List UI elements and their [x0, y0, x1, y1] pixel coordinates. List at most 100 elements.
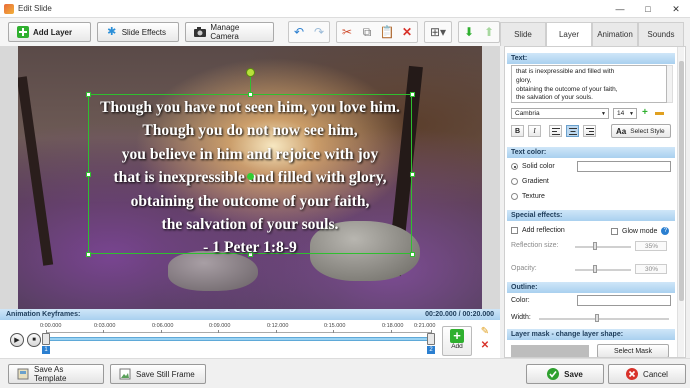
delete-icon[interactable]: ✕	[397, 22, 417, 42]
keyframe-number: 2	[427, 346, 435, 354]
chevron-down-icon: ▼	[601, 111, 606, 117]
italic-button[interactable]: I	[528, 125, 541, 137]
footer: Save As Template Save Still Frame Save C…	[0, 358, 690, 388]
cut-icon[interactable]: ✂	[337, 22, 357, 42]
delete-keyframe-icon[interactable]: ✕	[478, 338, 492, 352]
select-style-button[interactable]: Aa Select Style	[611, 124, 671, 138]
cancel-icon	[626, 368, 639, 380]
glow-mode-option[interactable]: Glow mode ?	[611, 227, 670, 235]
window-title: Edit Slide	[18, 4, 52, 13]
save-still-frame-button[interactable]: Save Still Frame	[110, 364, 206, 384]
move-up-icon[interactable]: ⬆	[479, 22, 499, 42]
solid-color-option[interactable]: Solid color	[511, 163, 555, 170]
ruler-tick	[276, 330, 277, 333]
align-left-icon	[551, 127, 560, 135]
outline-width-slider[interactable]	[539, 318, 669, 320]
add-reflection-checkbox[interactable]	[511, 227, 518, 234]
panel-scrollbar-thumb[interactable]	[679, 61, 684, 301]
gradient-option[interactable]: Gradient	[511, 178, 549, 185]
text-color-swatch[interactable]	[577, 161, 671, 172]
ruler-label: 0:00.000	[40, 323, 62, 329]
keyframe-marker[interactable]	[427, 333, 435, 345]
ruler-label: 0:12.000	[267, 323, 289, 329]
opacity-row: Opacity:	[511, 265, 537, 272]
special-effects-section-header: Special effects:	[507, 210, 675, 221]
tab-sounds[interactable]: Sounds	[638, 22, 684, 46]
anchor-point[interactable]	[247, 173, 254, 180]
play-button[interactable]: ▶	[10, 333, 24, 347]
outline-color-label: Color:	[511, 297, 530, 304]
opacity-input[interactable]: 30%	[635, 264, 667, 274]
outline-width-slider-thumb[interactable]	[595, 314, 599, 322]
keyframes-time: 00:20.000 / 00:20.000	[425, 311, 494, 318]
ruler-tick	[161, 330, 162, 333]
manage-camera-button[interactable]: Manage Camera	[185, 22, 274, 42]
select-style-label: Select Style	[630, 127, 665, 135]
radio-gradient[interactable]	[511, 178, 518, 185]
save-button[interactable]: Save	[526, 364, 604, 384]
radio-texture[interactable]	[511, 193, 518, 200]
slide-preview[interactable]: Though you have not seen him, you love h…	[18, 46, 482, 309]
keyframe-marker[interactable]	[42, 333, 50, 345]
outline-width-row: Width:	[511, 314, 531, 321]
add-layer-button[interactable]: Add Layer	[8, 22, 91, 42]
font-size-select[interactable]: 14 ▼	[613, 108, 637, 119]
maximize-button[interactable]: □	[634, 0, 662, 18]
panel-tabs: Slide Layer Animation Sounds	[500, 22, 690, 46]
align-dropdown-icon[interactable]: ⊞▾	[425, 22, 451, 42]
add-reflection-option[interactable]: Add reflection	[511, 227, 565, 234]
align-center-icon	[568, 127, 577, 135]
close-window-button[interactable]: ✕	[662, 0, 690, 18]
panel-scrollbar[interactable]	[677, 47, 684, 357]
keyframes-header: Animation Keyframes: 00:20.000 / 00:20.0…	[0, 309, 500, 320]
reflection-size-input[interactable]: 35%	[635, 241, 667, 251]
redo-icon[interactable]: ↷	[309, 22, 329, 42]
manage-camera-label: Manage Camera	[210, 23, 240, 41]
decrease-font-icon[interactable]	[655, 112, 664, 115]
increase-font-icon[interactable]: +	[642, 107, 648, 118]
paste-icon[interactable]: 📋	[377, 22, 397, 42]
cancel-button[interactable]: Cancel	[608, 364, 686, 384]
verse-line: the salvation of your souls.	[161, 216, 339, 234]
rotate-handle[interactable]	[246, 68, 255, 77]
copy-icon[interactable]: ⧉	[357, 22, 377, 42]
text-input[interactable]: that is inexpressible and filled with gl…	[511, 65, 667, 103]
tab-animation[interactable]: Animation	[592, 22, 638, 46]
align-right-button[interactable]	[583, 125, 596, 137]
move-down-icon[interactable]: ⬇	[459, 22, 479, 42]
glow-mode-checkbox[interactable]	[611, 227, 618, 235]
tab-slide[interactable]: Slide	[500, 22, 546, 46]
reflection-size-slider[interactable]	[575, 246, 631, 248]
outline-section-header: Outline:	[507, 282, 675, 293]
font-family-select[interactable]: Cambria ▼	[511, 108, 609, 119]
text-input-line: obtaining the outcome of your faith,	[516, 85, 618, 93]
align-center-button[interactable]	[566, 125, 579, 137]
align-left-button[interactable]	[549, 125, 562, 137]
outline-color-swatch[interactable]	[577, 295, 671, 306]
text-input-line: glory,	[516, 76, 532, 84]
keyframe-track[interactable]	[46, 337, 432, 341]
opacity-slider[interactable]	[575, 269, 631, 271]
texture-label: Texture	[522, 193, 545, 200]
undo-icon[interactable]: ↶	[289, 22, 309, 42]
help-icon[interactable]: ?	[661, 227, 670, 235]
add-keyframe-button[interactable]: + Add	[442, 326, 472, 356]
toolbar: Add Layer ✱ Slide Effects Manage Camera …	[0, 18, 500, 46]
slide-effects-button[interactable]: ✱ Slide Effects	[96, 22, 180, 42]
bold-button[interactable]: B	[511, 125, 524, 137]
verse-line: Though you do not now see him,	[142, 122, 358, 140]
select-mask-button[interactable]: Select Mask	[597, 344, 669, 357]
save-as-template-button[interactable]: Save As Template	[8, 364, 104, 384]
stop-button[interactable]: ■	[27, 333, 41, 347]
reflection-size-slider-thumb[interactable]	[593, 242, 597, 250]
texture-option[interactable]: Texture	[511, 193, 545, 200]
app-icon	[4, 3, 14, 14]
radio-solid[interactable]	[511, 163, 518, 170]
minimize-button[interactable]: —	[606, 0, 634, 18]
text-input-line: that is inexpressible and filled with	[516, 68, 615, 75]
edit-keyframe-icon[interactable]: ✎	[478, 324, 492, 338]
font-family-value: Cambria	[515, 110, 540, 117]
opacity-slider-thumb[interactable]	[593, 265, 597, 273]
tab-layer[interactable]: Layer	[546, 22, 592, 46]
text-input-scrollbar[interactable]	[667, 65, 673, 103]
